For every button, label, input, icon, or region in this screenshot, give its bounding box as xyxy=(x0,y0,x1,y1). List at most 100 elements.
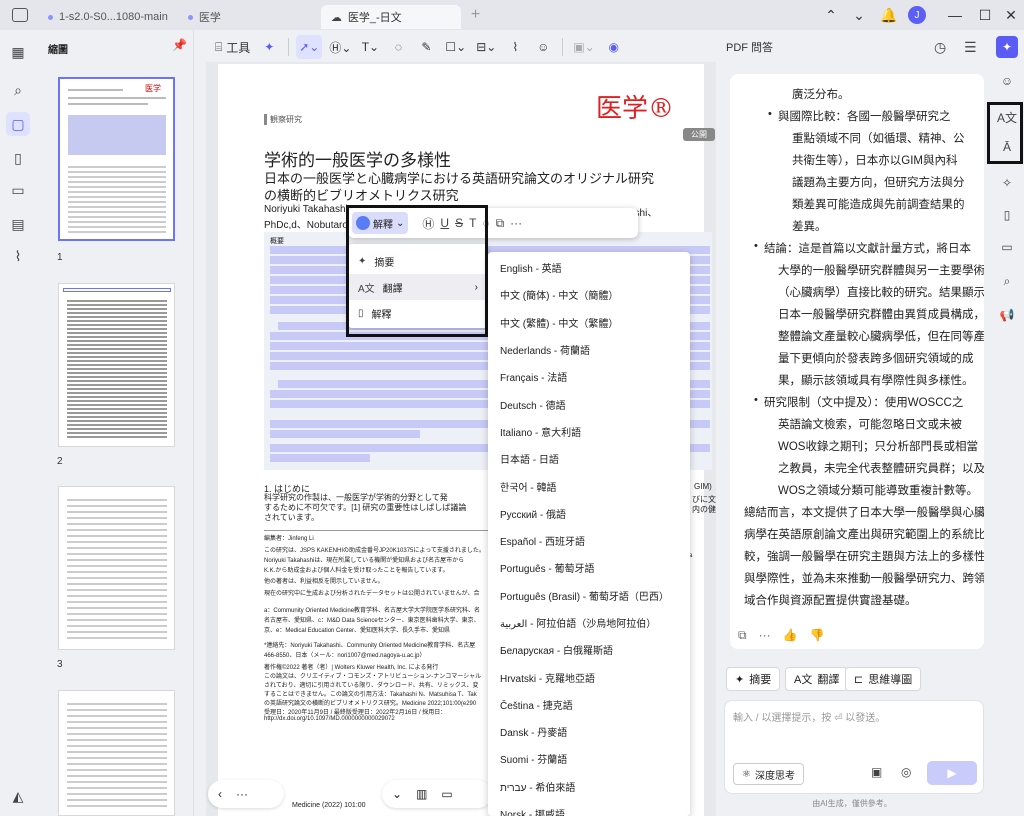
tab-label: 1-s2.0-S0...1080-main xyxy=(59,11,168,23)
tab-document-2[interactable]: 医学 xyxy=(178,5,231,29)
thumbnail-page-3[interactable] xyxy=(58,486,175,650)
collapse-icon[interactable]: ⌃ xyxy=(820,4,842,26)
sparkle-note-icon[interactable]: ✧ xyxy=(996,172,1018,194)
language-option[interactable]: 中文 (簡体) - 中文（簡體） xyxy=(488,281,690,308)
highlight-frame xyxy=(987,102,1023,164)
answer-line: 之教員，未完全代表整體研究員群；以及 xyxy=(778,463,984,475)
book-view-icon[interactable]: ▥ xyxy=(416,787,427,801)
camera-icon[interactable]: ◎ xyxy=(901,765,911,779)
footnote: されており、適切に引用されている限り、ダウンロード、共有、リミックス、変 xyxy=(264,683,479,689)
chip-mindmap[interactable]: ⊏ 思維導圖 xyxy=(845,667,922,691)
measure-tool-button[interactable]: ⊟⌄ xyxy=(473,35,499,59)
language-option[interactable]: Português - 葡萄牙語 xyxy=(488,554,690,581)
language-option[interactable]: Español - 西班牙語 xyxy=(488,527,690,554)
book-icon[interactable]: ▯ xyxy=(996,204,1018,226)
language-option[interactable]: Русский - 俄語 xyxy=(488,500,690,527)
chip-translate[interactable]: A文 翻譯 xyxy=(785,667,849,691)
answer-line: 重點領域不同（如循環、精神、公 xyxy=(792,133,965,145)
ai-sparkle-icon[interactable]: ✦ xyxy=(257,35,281,59)
stamp-icon[interactable]: ▤ xyxy=(6,212,30,236)
thumbnail-page-1[interactable]: 医学 xyxy=(58,77,175,241)
avatar[interactable]: J xyxy=(908,6,926,24)
answer-line: 差異。 xyxy=(792,221,827,233)
save-button[interactable]: ▣⌄ xyxy=(570,35,597,59)
minimize-icon[interactable]: — xyxy=(944,4,966,26)
language-option[interactable]: 中文 (繁體) - 中文（繁體） xyxy=(488,309,690,336)
copy-icon[interactable]: ⧉ xyxy=(496,216,505,231)
language-option[interactable]: Français - 法語 xyxy=(488,363,690,390)
thumbs-down-icon[interactable]: 👎 xyxy=(810,628,825,643)
more-icon[interactable]: ··· xyxy=(759,628,771,643)
deep-think-button[interactable]: ⚛ 深度思考 xyxy=(733,763,804,785)
chat-input[interactable]: 輸入 / 以選擇提示，按 ⏎ 以發送。 ⚛ 深度思考 ▣ ◎ ▶ xyxy=(724,700,984,794)
present-icon[interactable]: ▭ xyxy=(441,787,452,801)
layers-icon[interactable]: ◭ xyxy=(6,784,30,808)
thumbs-up-icon[interactable]: 👍 xyxy=(783,628,798,643)
language-option[interactable]: Português (Brasil) - 葡萄牙語（巴西） xyxy=(488,582,690,609)
language-option[interactable]: العربية - 阿拉伯語（沙烏地阿拉伯） xyxy=(488,609,690,636)
more-icon[interactable]: ··· xyxy=(510,216,522,230)
text-tool-button[interactable]: T⌄ xyxy=(358,35,382,59)
page-icon[interactable]: ▢ xyxy=(6,112,30,136)
tab-document-3[interactable]: ☁ 医学_-日文 xyxy=(320,5,461,29)
grid-icon[interactable]: ▦ xyxy=(6,40,30,64)
search-icon[interactable]: ⌕ xyxy=(6,78,30,102)
tools-label: 工具 xyxy=(226,40,251,55)
language-option[interactable]: Dansk - 丹麥語 xyxy=(488,718,690,745)
megaphone-icon[interactable]: 📢 xyxy=(996,304,1018,326)
language-option[interactable]: Hrvatski - 克羅地亞語 xyxy=(488,663,690,690)
bell-icon[interactable]: 🔔 xyxy=(878,4,900,26)
sticker-tool-icon[interactable]: ☺ xyxy=(531,35,555,59)
language-option[interactable]: Italiano - 意大利語 xyxy=(488,418,690,445)
chip-label: 摘要 xyxy=(749,674,772,686)
language-option[interactable]: English - 英語 xyxy=(488,254,690,281)
language-option[interactable]: 日本語 - 日語 xyxy=(488,445,690,472)
language-option[interactable]: Suomi - 芬蘭語 xyxy=(488,745,690,772)
close-icon[interactable]: ✕ xyxy=(1000,4,1022,26)
send-button[interactable]: ▶ xyxy=(927,761,977,785)
home-icon[interactable] xyxy=(12,8,28,22)
bookmark-icon[interactable]: ▯ xyxy=(6,146,30,170)
tools-button[interactable]: ⌸ 工具 xyxy=(212,35,253,59)
settings-icon[interactable]: ☰ xyxy=(964,39,977,56)
chevron-down-icon[interactable]: ⌄ xyxy=(848,4,870,26)
search-doc-icon[interactable]: ⌕ xyxy=(996,270,1018,292)
shape-tool-button[interactable]: ☐⌄ xyxy=(442,35,469,59)
attach-tool-icon[interactable]: ⌇ xyxy=(503,35,527,59)
attachment-icon[interactable]: ⌇ xyxy=(6,244,30,268)
footnote: 他の著者は、利益相反を開示していません。 xyxy=(264,579,384,585)
copy-icon[interactable]: ⧉ xyxy=(738,628,747,643)
thumbnail-page-2[interactable] xyxy=(58,283,175,447)
pin-icon[interactable]: 📌 xyxy=(172,38,187,52)
new-tab-icon[interactable]: + xyxy=(471,6,480,24)
history-icon[interactable]: ◷ xyxy=(934,39,946,56)
language-option[interactable]: Беларуская - 白俄羅斯語 xyxy=(488,636,690,663)
language-option[interactable]: Nederlands - 荷蘭語 xyxy=(488,336,690,363)
tab-document-1[interactable]: 1-s2.0-S0...1080-main xyxy=(38,5,178,29)
answer-line: 日本一般醫學研究群體由異質成員構成， xyxy=(778,309,984,321)
image-add-icon[interactable]: ▣ xyxy=(871,765,882,779)
chip-summarize[interactable]: ✦ 摘要 xyxy=(726,667,781,691)
toolbox-icon: ⌸ xyxy=(215,39,223,54)
select-tool-button[interactable]: ➚⌄ xyxy=(296,35,323,59)
thumbnail-page-4[interactable] xyxy=(58,690,175,816)
chip-label: 翻譯 xyxy=(817,674,840,686)
chat-bubble-icon[interactable]: ☺ xyxy=(996,70,1018,92)
pen-tool-icon[interactable]: ✎ xyxy=(414,35,438,59)
chevron-left-icon[interactable]: ‹ xyxy=(218,787,222,801)
language-option[interactable]: Deutsch - 德語 xyxy=(488,390,690,417)
folder-icon[interactable]: ▭ xyxy=(996,236,1018,258)
language-option[interactable]: Norsk - 挪威語 xyxy=(488,800,690,816)
maximize-icon[interactable]: ☐ xyxy=(974,4,996,26)
more-icon[interactable]: ··· xyxy=(236,787,248,801)
answer-line: WOS收錄之期刊；只分析部門長或相當 xyxy=(778,441,978,453)
ai-chat-icon[interactable]: ✦ xyxy=(996,36,1018,58)
language-option[interactable]: Čeština - 捷克語 xyxy=(488,691,690,718)
scroll-down-icon[interactable]: ⌄ xyxy=(392,787,402,801)
comment-icon[interactable]: ▭ xyxy=(6,178,30,202)
highlight-tool-button[interactable]: Ⓗ⌄ xyxy=(326,35,354,59)
ai-assistant-icon[interactable]: ◉ xyxy=(602,35,626,59)
language-option[interactable]: 한국어 - 韓語 xyxy=(488,472,690,499)
language-option[interactable]: עברית - 希伯來語 xyxy=(488,773,690,800)
comment-tool-icon[interactable]: ◌ xyxy=(386,35,410,59)
